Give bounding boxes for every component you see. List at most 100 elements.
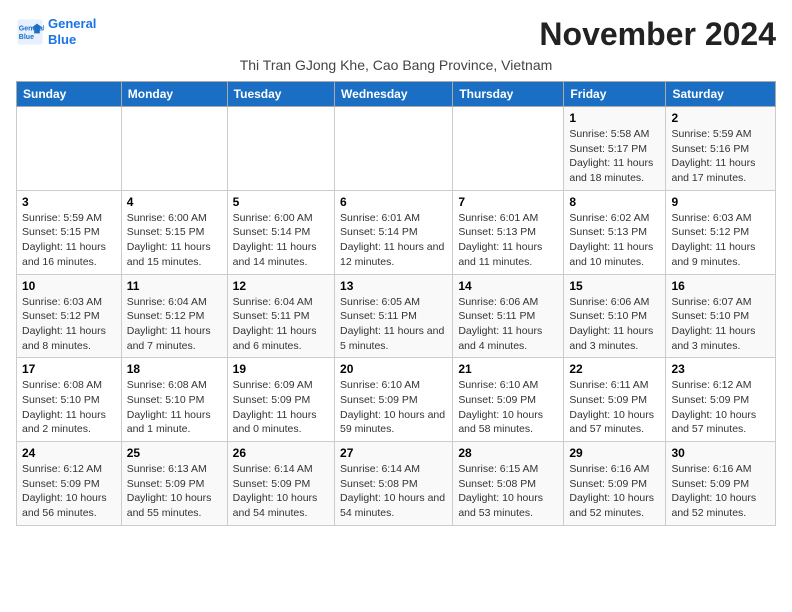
day-of-week-header: Monday [121, 82, 227, 107]
day-number: 14 [458, 279, 558, 293]
calendar-cell: 8 Sunrise: 6:02 AM Sunset: 5:13 PM Daylig… [564, 190, 666, 274]
day-info: Sunrise: 5:58 AM Sunset: 5:17 PM Dayligh… [569, 127, 660, 186]
day-number: 21 [458, 362, 558, 376]
day-number: 25 [127, 446, 222, 460]
day-info: Sunrise: 6:11 AM Sunset: 5:09 PM Dayligh… [569, 378, 660, 437]
day-number: 6 [340, 195, 447, 209]
day-number: 3 [22, 195, 116, 209]
page-title: November 2024 [539, 16, 776, 53]
calendar-week-row: 3 Sunrise: 5:59 AM Sunset: 5:15 PM Daylig… [17, 190, 776, 274]
day-number: 9 [671, 195, 770, 209]
day-info: Sunrise: 6:08 AM Sunset: 5:10 PM Dayligh… [22, 378, 116, 437]
day-number: 12 [233, 279, 329, 293]
calendar-cell: 25 Sunrise: 6:13 AM Sunset: 5:09 PM Dayli… [121, 442, 227, 526]
day-number: 24 [22, 446, 116, 460]
day-info: Sunrise: 6:16 AM Sunset: 5:09 PM Dayligh… [569, 462, 660, 521]
calendar-cell: 4 Sunrise: 6:00 AM Sunset: 5:15 PM Daylig… [121, 190, 227, 274]
day-info: Sunrise: 5:59 AM Sunset: 5:15 PM Dayligh… [22, 211, 116, 270]
day-info: Sunrise: 6:03 AM Sunset: 5:12 PM Dayligh… [671, 211, 770, 270]
calendar-week-row: 24 Sunrise: 6:12 AM Sunset: 5:09 PM Dayli… [17, 442, 776, 526]
day-number: 19 [233, 362, 329, 376]
day-info: Sunrise: 6:00 AM Sunset: 5:14 PM Dayligh… [233, 211, 329, 270]
calendar-week-row: 10 Sunrise: 6:03 AM Sunset: 5:12 PM Dayli… [17, 274, 776, 358]
day-info: Sunrise: 6:03 AM Sunset: 5:12 PM Dayligh… [22, 295, 116, 354]
calendar-cell: 21 Sunrise: 6:10 AM Sunset: 5:09 PM Dayli… [453, 358, 564, 442]
day-info: Sunrise: 6:10 AM Sunset: 5:09 PM Dayligh… [340, 378, 447, 437]
calendar-cell: 12 Sunrise: 6:04 AM Sunset: 5:11 PM Dayli… [227, 274, 334, 358]
calendar-cell: 11 Sunrise: 6:04 AM Sunset: 5:12 PM Dayli… [121, 274, 227, 358]
day-info: Sunrise: 6:06 AM Sunset: 5:11 PM Dayligh… [458, 295, 558, 354]
day-number: 17 [22, 362, 116, 376]
day-info: Sunrise: 6:00 AM Sunset: 5:15 PM Dayligh… [127, 211, 222, 270]
calendar-cell: 18 Sunrise: 6:08 AM Sunset: 5:10 PM Dayli… [121, 358, 227, 442]
day-info: Sunrise: 6:14 AM Sunset: 5:09 PM Dayligh… [233, 462, 329, 521]
day-info: Sunrise: 6:09 AM Sunset: 5:09 PM Dayligh… [233, 378, 329, 437]
day-number: 2 [671, 111, 770, 125]
day-info: Sunrise: 6:10 AM Sunset: 5:09 PM Dayligh… [458, 378, 558, 437]
day-info: Sunrise: 6:04 AM Sunset: 5:12 PM Dayligh… [127, 295, 222, 354]
day-number: 11 [127, 279, 222, 293]
calendar-cell: 23Sunrise: 6:12 AM Sunset: 5:09 PM Dayli… [666, 358, 776, 442]
calendar-cell: 6 Sunrise: 6:01 AM Sunset: 5:14 PM Daylig… [335, 190, 453, 274]
day-info: Sunrise: 6:15 AM Sunset: 5:08 PM Dayligh… [458, 462, 558, 521]
calendar-cell: 5 Sunrise: 6:00 AM Sunset: 5:14 PM Daylig… [227, 190, 334, 274]
day-info: Sunrise: 6:16 AM Sunset: 5:09 PM Dayligh… [671, 462, 770, 521]
calendar-week-row: 17 Sunrise: 6:08 AM Sunset: 5:10 PM Dayli… [17, 358, 776, 442]
calendar-week-row: 1 Sunrise: 5:58 AM Sunset: 5:17 PM Daylig… [17, 107, 776, 191]
logo-text: General Blue [48, 16, 96, 47]
calendar-cell: 9 Sunrise: 6:03 AM Sunset: 5:12 PM Daylig… [666, 190, 776, 274]
day-number: 29 [569, 446, 660, 460]
day-info: Sunrise: 6:07 AM Sunset: 5:10 PM Dayligh… [671, 295, 770, 354]
calendar-cell: 22 Sunrise: 6:11 AM Sunset: 5:09 PM Dayli… [564, 358, 666, 442]
calendar-cell [227, 107, 334, 191]
day-number: 7 [458, 195, 558, 209]
calendar-cell [17, 107, 122, 191]
day-info: Sunrise: 6:01 AM Sunset: 5:14 PM Dayligh… [340, 211, 447, 270]
calendar-cell [335, 107, 453, 191]
calendar-cell [453, 107, 564, 191]
day-info: Sunrise: 6:13 AM Sunset: 5:09 PM Dayligh… [127, 462, 222, 521]
calendar-cell: 28Sunrise: 6:15 AM Sunset: 5:08 PM Dayli… [453, 442, 564, 526]
calendar-cell: 3 Sunrise: 5:59 AM Sunset: 5:15 PM Daylig… [17, 190, 122, 274]
page-header: General Blue General Blue November 2024 [16, 16, 776, 53]
day-number: 5 [233, 195, 329, 209]
day-number: 4 [127, 195, 222, 209]
day-number: 22 [569, 362, 660, 376]
calendar-table: SundayMondayTuesdayWednesdayThursdayFrid… [16, 81, 776, 526]
calendar-cell: 16Sunrise: 6:07 AM Sunset: 5:10 PM Dayli… [666, 274, 776, 358]
calendar-cell: 2 Sunrise: 5:59 AM Sunset: 5:16 PM Daylig… [666, 107, 776, 191]
day-number: 27 [340, 446, 447, 460]
day-of-week-header: Saturday [666, 82, 776, 107]
calendar-cell: 26 Sunrise: 6:14 AM Sunset: 5:09 PM Dayli… [227, 442, 334, 526]
day-info: Sunrise: 6:12 AM Sunset: 5:09 PM Dayligh… [671, 378, 770, 437]
day-info: Sunrise: 6:04 AM Sunset: 5:11 PM Dayligh… [233, 295, 329, 354]
calendar-cell: 7Sunrise: 6:01 AM Sunset: 5:13 PM Daylig… [453, 190, 564, 274]
day-number: 15 [569, 279, 660, 293]
logo: General Blue General Blue [16, 16, 96, 47]
calendar-cell [121, 107, 227, 191]
day-info: Sunrise: 6:08 AM Sunset: 5:10 PM Dayligh… [127, 378, 222, 437]
page-subtitle: Thi Tran GJong Khe, Cao Bang Province, V… [16, 57, 776, 73]
calendar-cell: 19 Sunrise: 6:09 AM Sunset: 5:09 PM Dayli… [227, 358, 334, 442]
day-number: 18 [127, 362, 222, 376]
day-number: 13 [340, 279, 447, 293]
day-of-week-header: Friday [564, 82, 666, 107]
calendar-cell: 17 Sunrise: 6:08 AM Sunset: 5:10 PM Dayli… [17, 358, 122, 442]
day-of-week-header: Tuesday [227, 82, 334, 107]
day-info: Sunrise: 5:59 AM Sunset: 5:16 PM Dayligh… [671, 127, 770, 186]
day-number: 1 [569, 111, 660, 125]
day-info: Sunrise: 6:05 AM Sunset: 5:11 PM Dayligh… [340, 295, 447, 354]
calendar-cell: 10 Sunrise: 6:03 AM Sunset: 5:12 PM Dayli… [17, 274, 122, 358]
calendar-cell: 15 Sunrise: 6:06 AM Sunset: 5:10 PM Dayli… [564, 274, 666, 358]
day-info: Sunrise: 6:12 AM Sunset: 5:09 PM Dayligh… [22, 462, 116, 521]
day-info: Sunrise: 6:14 AM Sunset: 5:08 PM Dayligh… [340, 462, 447, 521]
day-info: Sunrise: 6:06 AM Sunset: 5:10 PM Dayligh… [569, 295, 660, 354]
day-number: 8 [569, 195, 660, 209]
calendar-cell: 1 Sunrise: 5:58 AM Sunset: 5:17 PM Daylig… [564, 107, 666, 191]
day-number: 26 [233, 446, 329, 460]
logo-icon: General Blue [16, 18, 44, 46]
calendar-header-row: SundayMondayTuesdayWednesdayThursdayFrid… [17, 82, 776, 107]
day-number: 10 [22, 279, 116, 293]
calendar-cell: 27 Sunrise: 6:14 AM Sunset: 5:08 PM Dayli… [335, 442, 453, 526]
day-info: Sunrise: 6:02 AM Sunset: 5:13 PM Dayligh… [569, 211, 660, 270]
